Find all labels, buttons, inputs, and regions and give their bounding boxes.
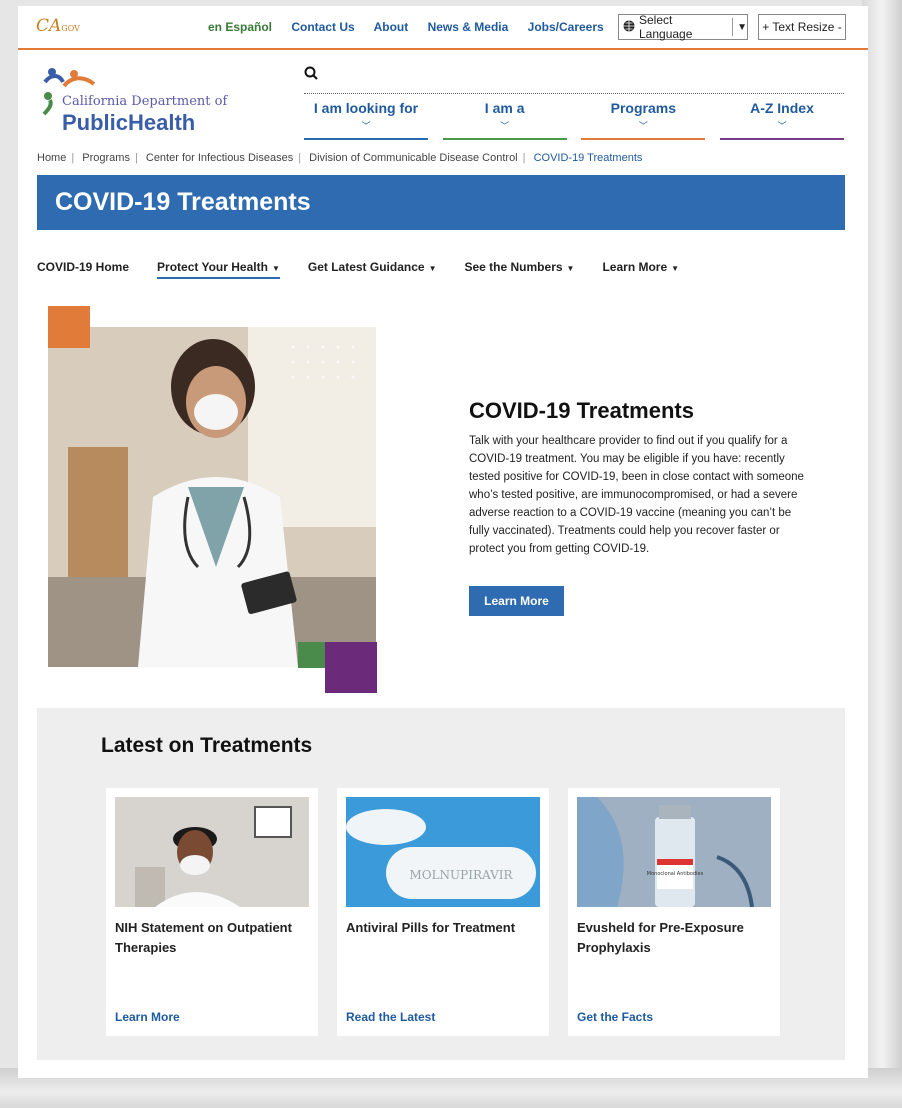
breadcrumb-communicable-disease-control[interactable]: Division of Communicable Disease Control [309,152,517,164]
learn-more-button[interactable]: Learn More [469,586,564,616]
nav-i-am-looking-for[interactable]: I am looking for ﹀ [304,100,428,140]
link-news-media[interactable]: News & Media [428,20,509,34]
hero-content: COVID-19 Treatments Talk with your healt… [469,398,814,558]
link-contact-us[interactable]: Contact Us [291,20,354,34]
subnav-covid-home[interactable]: COVID-19 Home [37,260,129,279]
caret-down-icon: ▼ [671,264,680,273]
vial-label: Monoclonal Antibodies [647,871,704,877]
nav-i-am-a[interactable]: I am a ﹀ [442,100,567,140]
subnav-label: Get Latest Guidance [307,260,425,274]
chevron-down-icon: ﹀ [500,121,510,131]
globe-icon [623,20,635,35]
decorative-orange-square [48,306,90,348]
breadcrumb-separator: | [134,152,138,164]
nav-a-z-index[interactable]: A-Z Index ﹀ [719,100,844,140]
subnav-learn-more[interactable]: Learn More ▼ [602,260,679,279]
caret-down-icon: ▼ [271,264,280,273]
language-divider [732,18,734,36]
nav-label: I am looking for [313,100,419,116]
link-espanol[interactable]: en Español [208,20,272,34]
decorative-purple-square [325,642,377,693]
page-banner: COVID-19 Treatments [37,175,845,230]
ca-gov-logo[interactable]: CAGOV [36,16,80,36]
chevron-down-icon: ﹀ [638,121,648,131]
breadcrumb-infectious-diseases[interactable]: Center for Infectious Diseases [146,152,293,164]
text-resize-button[interactable]: + Text Resize - [758,14,846,40]
card-link[interactable]: Get the Facts [577,1010,653,1024]
ca-gov-logo-sub: GOV [61,24,80,33]
pill-imprint: MOLNUPIRAVIR [409,868,513,882]
decorative-green-square [298,642,326,668]
logo-department-text: California Department of [62,94,228,109]
utility-bar: CAGOV en Español Contact Us About News &… [18,6,868,50]
section-nav: COVID-19 Home Protect Your Health ▼ Get L… [37,260,679,279]
card-title: NIH Statement on Outpatient Therapies [115,920,292,955]
card-image-pills: MOLNUPIRAVIR [346,797,540,907]
card-evusheld[interactable]: Monoclonal Antibodies Evusheld for Pre-E… [568,788,780,1036]
card-antiviral-pills[interactable]: MOLNUPIRAVIR Antiviral Pills for Treatme… [337,788,549,1036]
subnav-latest-guidance[interactable]: Get Latest Guidance ▼ [308,260,437,279]
nav-label: I am a [484,100,525,116]
breadcrumb-separator: | [71,152,75,164]
breadcrumb-separator: | [298,152,302,164]
link-about[interactable]: About [374,20,409,34]
page-title: COVID-19 Treatments [55,188,311,216]
breadcrumb: Home | Programs | Center for Infectious Di… [37,152,642,164]
hero-image-doctor [48,327,376,667]
breadcrumb-home[interactable]: Home [37,152,66,164]
breadcrumb-current[interactable]: COVID-19 Treatments [534,152,643,164]
link-jobs-careers[interactable]: Jobs/Careers [528,20,604,34]
backdrop-right-edge [862,0,902,1108]
nav-label: A-Z Index [750,100,814,116]
hero-body: Talk with your healthcare provider to fi… [469,435,804,555]
main-nav: I am looking for ﹀ I am a ﹀ Programs ﹀ A-Z … [304,100,844,140]
card-title: Evusheld for Pre-Exposure Prophylaxis [577,920,744,955]
hero-title: COVID-19 Treatments [469,398,694,423]
subnav-protect-your-health[interactable]: Protect Your Health ▼ [157,260,280,279]
card-nih-statement[interactable]: NIH Statement on Outpatient Therapies Le… [106,788,318,1036]
card-title: Antiviral Pills for Treatment [346,920,516,935]
card-image-patient [115,797,309,907]
subnav-label: See the Numbers [464,260,563,274]
chevron-down-icon: ﹀ [777,121,787,131]
latest-on-treatments-section: Latest on Treatments NIH Statement on Ou… [37,708,845,1060]
breadcrumb-separator: | [522,152,526,164]
search-icon[interactable] [304,66,318,85]
section-heading: Latest on Treatments [101,734,313,757]
subnav-label: Protect Your Health [157,260,268,274]
utility-links: en Español Contact Us About News & Media… [208,20,620,34]
logo-name-text: PublicHealth [62,110,196,135]
language-select[interactable]: Select Language ▼ [618,13,748,41]
card-link[interactable]: Read the Latest [346,1010,435,1024]
subnav-see-the-numbers[interactable]: See the Numbers ▼ [465,260,575,279]
header-divider [304,93,844,94]
nav-label: Programs [610,100,676,116]
caret-down-icon: ▼ [428,264,437,273]
caret-down-icon: ▼ [566,264,575,273]
nav-programs[interactable]: Programs ﹀ [581,100,706,140]
language-select-label: Select Language [639,13,693,41]
subnav-label: Learn More [602,260,668,274]
subnav-label: COVID-19 Home [37,260,130,274]
chevron-down-icon: ﹀ [361,121,371,131]
card-image-vial: Monoclonal Antibodies [577,797,771,908]
breadcrumb-programs[interactable]: Programs [82,152,130,164]
ca-gov-logo-text: CA [36,16,62,36]
page: CAGOV en Español Contact Us About News &… [18,6,868,1078]
card-link[interactable]: Learn More [115,1010,180,1024]
dropdown-arrow-icon: ▼ [737,21,747,33]
